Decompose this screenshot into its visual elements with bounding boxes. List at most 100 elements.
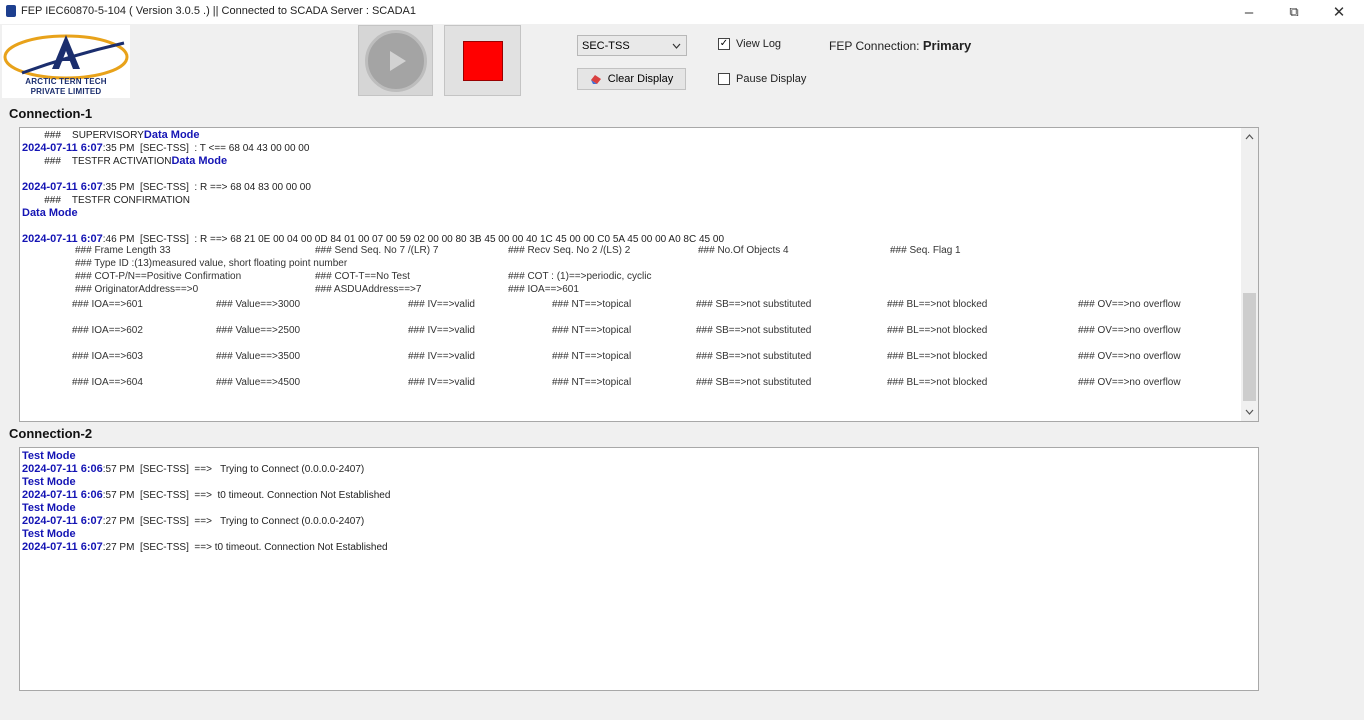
fep-connection-label: FEP Connection: (829, 39, 920, 53)
log-line: Test Mode (22, 528, 1240, 541)
frame-cot-t: ### COT-T==No Test (315, 271, 410, 282)
log-message: :35 PM [SEC-TSS] : T <== 68 04 43 00 00 … (102, 143, 310, 154)
sec-station-select[interactable]: SEC-TSS (577, 35, 687, 56)
log-timestamp: 2024-07-11 6:06 (22, 489, 103, 501)
object-ov-cell: ### OV==>no overflow (1078, 377, 1181, 388)
fep-connection-value: Primary (922, 38, 972, 53)
object-sb-cell: ### SB==>not substituted (696, 325, 812, 336)
frame-recv-seq: ### Recv Seq. No 2 /(LS) 2 (508, 245, 631, 256)
log-line: Test Mode (22, 476, 1240, 489)
scroll-down-icon[interactable] (1245, 409, 1254, 415)
log-line: ### TESTFR CONFIRMATION (22, 194, 1240, 207)
connection-1-scroll-thumb[interactable] (1243, 293, 1256, 401)
connection-2-title: Connection-2 (9, 426, 93, 441)
log-timestamp: 2024-07-11 6:07 (22, 515, 103, 527)
logo-company-line2: PRIVATE LIMITED (30, 87, 102, 96)
object-nt-cell: ### NT==>topical (552, 325, 632, 336)
stop-button[interactable] (444, 25, 521, 96)
object-iv-cell: ### IV==>valid (408, 377, 475, 388)
frame-cot-pn: ### COT-P/N==Positive Confirmation (75, 271, 242, 282)
object-bl-cell: ### BL==>not blocked (887, 299, 988, 310)
clear-display-button[interactable]: Clear Display (577, 68, 686, 90)
log-line: 2024-07-11 6:06:57 PM [SEC-TSS] ==> t0 t… (22, 489, 1240, 502)
view-log-label: View Log (736, 38, 782, 50)
object-sb-cell: ### SB==>not substituted (696, 377, 812, 388)
object-iv-cell: ### IV==>valid (408, 351, 475, 362)
frame-no-objects: ### No.Of Objects 4 (698, 245, 789, 256)
object-ioa-cell: ### IOA==>604 (72, 377, 143, 388)
connection-2-log[interactable]: Test Mode 2024-07-11 6:06:57 PM [SEC-TSS]… (19, 447, 1259, 691)
frame-cot: ### COT : (1)==>periodic, cyclic (508, 271, 652, 282)
chevron-down-icon (672, 43, 681, 49)
object-nt-cell: ### NT==>topical (552, 377, 632, 388)
connection-1-log[interactable]: ### SUPERVISORYData Mode 2024-07-11 6:07:… (19, 127, 1259, 422)
log-line: Test Mode (22, 502, 1240, 515)
log-message: :27 PM [SEC-TSS] ==> t0 timeout. Connect… (102, 542, 388, 553)
pause-display-option[interactable]: Pause Display (718, 73, 806, 85)
log-mode: Data Mode (143, 129, 200, 141)
maximize-button[interactable]: ⧉ (1271, 0, 1317, 24)
sec-select-value: SEC-TSS (582, 39, 630, 52)
app-icon (6, 5, 16, 17)
window-title: FEP IEC60870-5-104 ( Version 3.0.5 .) ||… (21, 5, 416, 17)
frame-seq-flag: ### Seq. Flag 1 (890, 245, 961, 256)
log-line: Data Mode (22, 207, 1240, 220)
object-sb-cell: ### SB==>not substituted (696, 299, 812, 310)
log-line: ### TESTFR ACTIVATIONData Mode (22, 155, 1240, 168)
pause-display-checkbox[interactable] (718, 73, 730, 85)
connection-2-log-lines: Test Mode 2024-07-11 6:06:57 PM [SEC-TSS]… (22, 450, 1240, 554)
log-mode: Test Mode (22, 450, 76, 462)
scroll-up-icon[interactable] (1245, 134, 1254, 140)
connection-1-frame-details: ### Frame Length 33 ### Send Seq. No 7 /(… (20, 245, 1240, 305)
log-line: 2024-07-11 6:07:35 PM [SEC-TSS] : T <== … (22, 142, 1240, 155)
frame-type-id: ### Type ID :(13)measured value, short f… (75, 258, 348, 269)
title-bar: FEP IEC60870-5-104 ( Version 3.0.5 .) ||… (0, 0, 1364, 24)
object-sb-cell: ### SB==>not substituted (696, 351, 812, 362)
log-line: 2024-07-11 6:07:27 PM [SEC-TSS] ==> Tryi… (22, 515, 1240, 528)
log-mode: Data Mode (171, 155, 228, 167)
log-mode: Test Mode (22, 476, 76, 488)
object-value-cell: ### Value==>4500 (216, 377, 301, 388)
log-prefix: ### SUPERVISORY (22, 130, 144, 141)
log-line: 2024-07-11 6:07:27 PM [SEC-TSS] ==> t0 t… (22, 541, 1240, 554)
view-log-checkbox[interactable]: ✓ (718, 38, 730, 50)
object-bl-cell: ### BL==>not blocked (887, 351, 988, 362)
logo-company-line1: ARCTIC TERN TECH (25, 77, 107, 86)
log-message: :35 PM [SEC-TSS] : R ==> 68 04 83 00 00 … (102, 182, 311, 193)
log-timestamp: 2024-07-11 6:07 (22, 233, 103, 245)
object-value-cell: ### Value==>2500 (216, 325, 301, 336)
log-line: 2024-07-11 6:07:35 PM [SEC-TSS] : R ==> … (22, 181, 1240, 194)
connection-1-objects-table: ### IOA==>601 ### Value==>3000 ### IV==>va… (20, 299, 1240, 403)
log-timestamp: 2024-07-11 6:06 (22, 463, 103, 475)
company-logo: ARCTIC TERN TECH PRIVATE LIMITED (2, 25, 130, 98)
clear-display-label: Clear Display (607, 73, 674, 85)
log-message: :57 PM [SEC-TSS] ==> Trying to Connect (… (102, 464, 365, 475)
object-bl-cell: ### BL==>not blocked (887, 377, 988, 388)
start-button[interactable] (358, 25, 433, 96)
object-ov-cell: ### OV==>no overflow (1078, 351, 1181, 362)
connection-1-scrollbar[interactable] (1241, 128, 1258, 421)
connection-1-log-lines: ### SUPERVISORYData Mode 2024-07-11 6:07:… (22, 129, 1240, 246)
log-message: :46 PM [SEC-TSS] : R ==> 68 21 0E 00 04 … (102, 234, 725, 245)
view-log-option[interactable]: ✓ View Log (718, 38, 781, 50)
log-mode: Test Mode (22, 528, 76, 540)
frame-originator: ### OriginatorAddress==>0 (75, 284, 199, 295)
log-timestamp: 2024-07-11 6:07 (22, 142, 103, 154)
object-value-cell: ### Value==>3500 (216, 351, 301, 362)
log-timestamp: 2024-07-11 6:07 (22, 181, 103, 193)
object-ov-cell: ### OV==>no overflow (1078, 325, 1181, 336)
object-nt-cell: ### NT==>topical (552, 299, 632, 310)
object-ioa-cell: ### IOA==>601 (72, 299, 143, 310)
minimize-button[interactable]: – (1226, 0, 1272, 24)
stop-icon (462, 40, 503, 81)
pause-display-label: Pause Display (736, 73, 807, 85)
fep-connection-status: FEP Connection: Primary (829, 38, 971, 53)
close-button[interactable]: ✕ (1316, 0, 1362, 24)
frame-ioa-hdr: ### IOA==>601 (508, 284, 579, 295)
object-ov-cell: ### OV==>no overflow (1078, 299, 1181, 310)
log-line: Test Mode (22, 450, 1240, 463)
object-ioa-cell: ### IOA==>602 (72, 325, 143, 336)
object-bl-cell: ### BL==>not blocked (887, 325, 988, 336)
